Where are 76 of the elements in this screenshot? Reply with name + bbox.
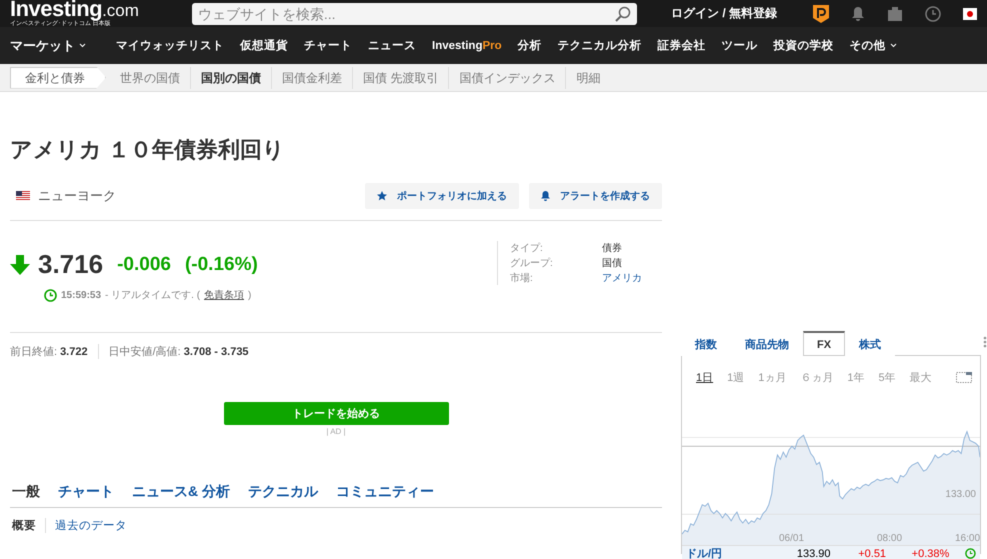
nav-link[interactable]: ニュース bbox=[368, 38, 416, 53]
content-tab[interactable]: テクニカル bbox=[248, 483, 318, 507]
clock-icon[interactable] bbox=[925, 6, 941, 22]
subnav-link[interactable]: 明細 bbox=[565, 66, 610, 88]
nav-link[interactable]: マイウォッチリスト bbox=[116, 38, 224, 53]
percent-change: (-0.16%) bbox=[184, 254, 258, 276]
stat-value: 3.722 bbox=[60, 346, 88, 358]
stat-label: 日中安値/高値: bbox=[108, 344, 181, 359]
subtab-link[interactable]: 過去のデータ bbox=[45, 518, 136, 533]
down-arrow-icon bbox=[10, 254, 30, 274]
caret-icon bbox=[890, 43, 897, 48]
bell-icon[interactable] bbox=[851, 6, 865, 21]
nav-link[interactable]: マーケット bbox=[10, 36, 86, 54]
info-label: タイプ: bbox=[510, 242, 544, 255]
axis-label: 08:00 bbox=[877, 533, 902, 544]
search-icon[interactable] bbox=[614, 6, 631, 22]
search-field[interactable]: ウェブサイトを検索... bbox=[192, 2, 637, 24]
info-link[interactable]: アメリカ bbox=[602, 271, 662, 285]
star-icon bbox=[377, 191, 387, 201]
briefcase-icon[interactable] bbox=[887, 6, 903, 21]
subnav-link[interactable]: 国債 先渡取引 bbox=[352, 66, 448, 88]
pair-change: +0.51 bbox=[858, 548, 888, 559]
more-icon[interactable] bbox=[983, 336, 987, 348]
realtime-note: - リアルタイムです. ( bbox=[105, 289, 200, 302]
ad-label: | AD | bbox=[326, 427, 346, 436]
disclaimer-link[interactable]: 免責条項 bbox=[204, 288, 244, 302]
info-value: 国債 bbox=[602, 257, 623, 270]
subnav-link[interactable]: 国別の国債 bbox=[190, 66, 271, 88]
pair-name[interactable]: ドル/円 bbox=[686, 546, 797, 559]
content-tab[interactable]: コミュニティー bbox=[336, 483, 434, 507]
add-to-portfolio-button[interactable]: ポートフォリオに加える bbox=[365, 183, 519, 209]
nav-link[interactable]: InvestingPro bbox=[432, 40, 502, 52]
clock-icon bbox=[44, 288, 57, 302]
nav-link[interactable]: その他 bbox=[850, 38, 897, 53]
subnav-link[interactable]: 国債インデックス bbox=[448, 66, 566, 88]
clock-icon bbox=[965, 548, 976, 559]
axis-label: 133.00 bbox=[945, 489, 976, 500]
nav-link[interactable]: 証券会社 bbox=[658, 38, 706, 53]
content-tab[interactable]: 一般 bbox=[12, 483, 40, 507]
axis-label: 06/01 bbox=[779, 533, 804, 544]
page-title: アメリカ １０年債券利回り bbox=[10, 136, 286, 164]
stat-label: 前日終値: bbox=[10, 345, 58, 359]
nav-link[interactable]: 投資の学校 bbox=[774, 38, 834, 53]
nav-link[interactable]: 仮想通貨 bbox=[240, 38, 288, 53]
timestamp: 15:59:53 bbox=[61, 290, 102, 300]
subnav-link[interactable]: 世界の国債 bbox=[110, 66, 190, 88]
info-label: グループ: bbox=[510, 256, 554, 270]
market-tab[interactable]: FX bbox=[803, 330, 846, 354]
p-badge-icon[interactable] bbox=[813, 4, 829, 22]
expand-icon[interactable] bbox=[956, 372, 972, 383]
caret-icon bbox=[79, 43, 86, 48]
nav-link[interactable]: チャート bbox=[304, 38, 352, 53]
breadcrumb-root[interactable]: 金利と債券 bbox=[10, 66, 106, 88]
subtab-link[interactable]: 概要 bbox=[10, 518, 45, 533]
info-value: 債券 bbox=[602, 242, 623, 255]
price-change: -0.006 bbox=[117, 254, 171, 276]
nav-link[interactable]: 分析 bbox=[518, 38, 542, 53]
us-flag-icon bbox=[16, 191, 30, 201]
range-tab[interactable]: 1日 bbox=[696, 370, 714, 385]
nav-link[interactable]: ツール bbox=[722, 38, 758, 53]
stat-value: 3.708 - 3.735 bbox=[184, 346, 249, 358]
exchange-label: ニューヨーク bbox=[38, 187, 116, 205]
price: 3.716 bbox=[38, 249, 104, 280]
pair-percent: +0.38% bbox=[912, 548, 950, 559]
login-link[interactable]: ログイン / 無料登録 bbox=[670, 5, 777, 22]
content-tab[interactable]: ニュース& 分析 bbox=[132, 483, 230, 507]
japan-flag-icon[interactable] bbox=[963, 8, 977, 20]
subnav-link[interactable]: 国債金利差 bbox=[271, 66, 352, 88]
create-alert-button[interactable]: アラートを作成する bbox=[529, 183, 662, 209]
nav-link[interactable]: テクニカル分析 bbox=[558, 38, 642, 53]
info-label: 市場: bbox=[510, 272, 534, 285]
axis-label: 16:00 bbox=[955, 533, 980, 544]
bell-icon bbox=[541, 191, 550, 201]
content-tab[interactable]: チャート bbox=[58, 483, 114, 507]
pair-price: 133.90 bbox=[796, 548, 832, 559]
paren-text: ) bbox=[248, 290, 252, 300]
